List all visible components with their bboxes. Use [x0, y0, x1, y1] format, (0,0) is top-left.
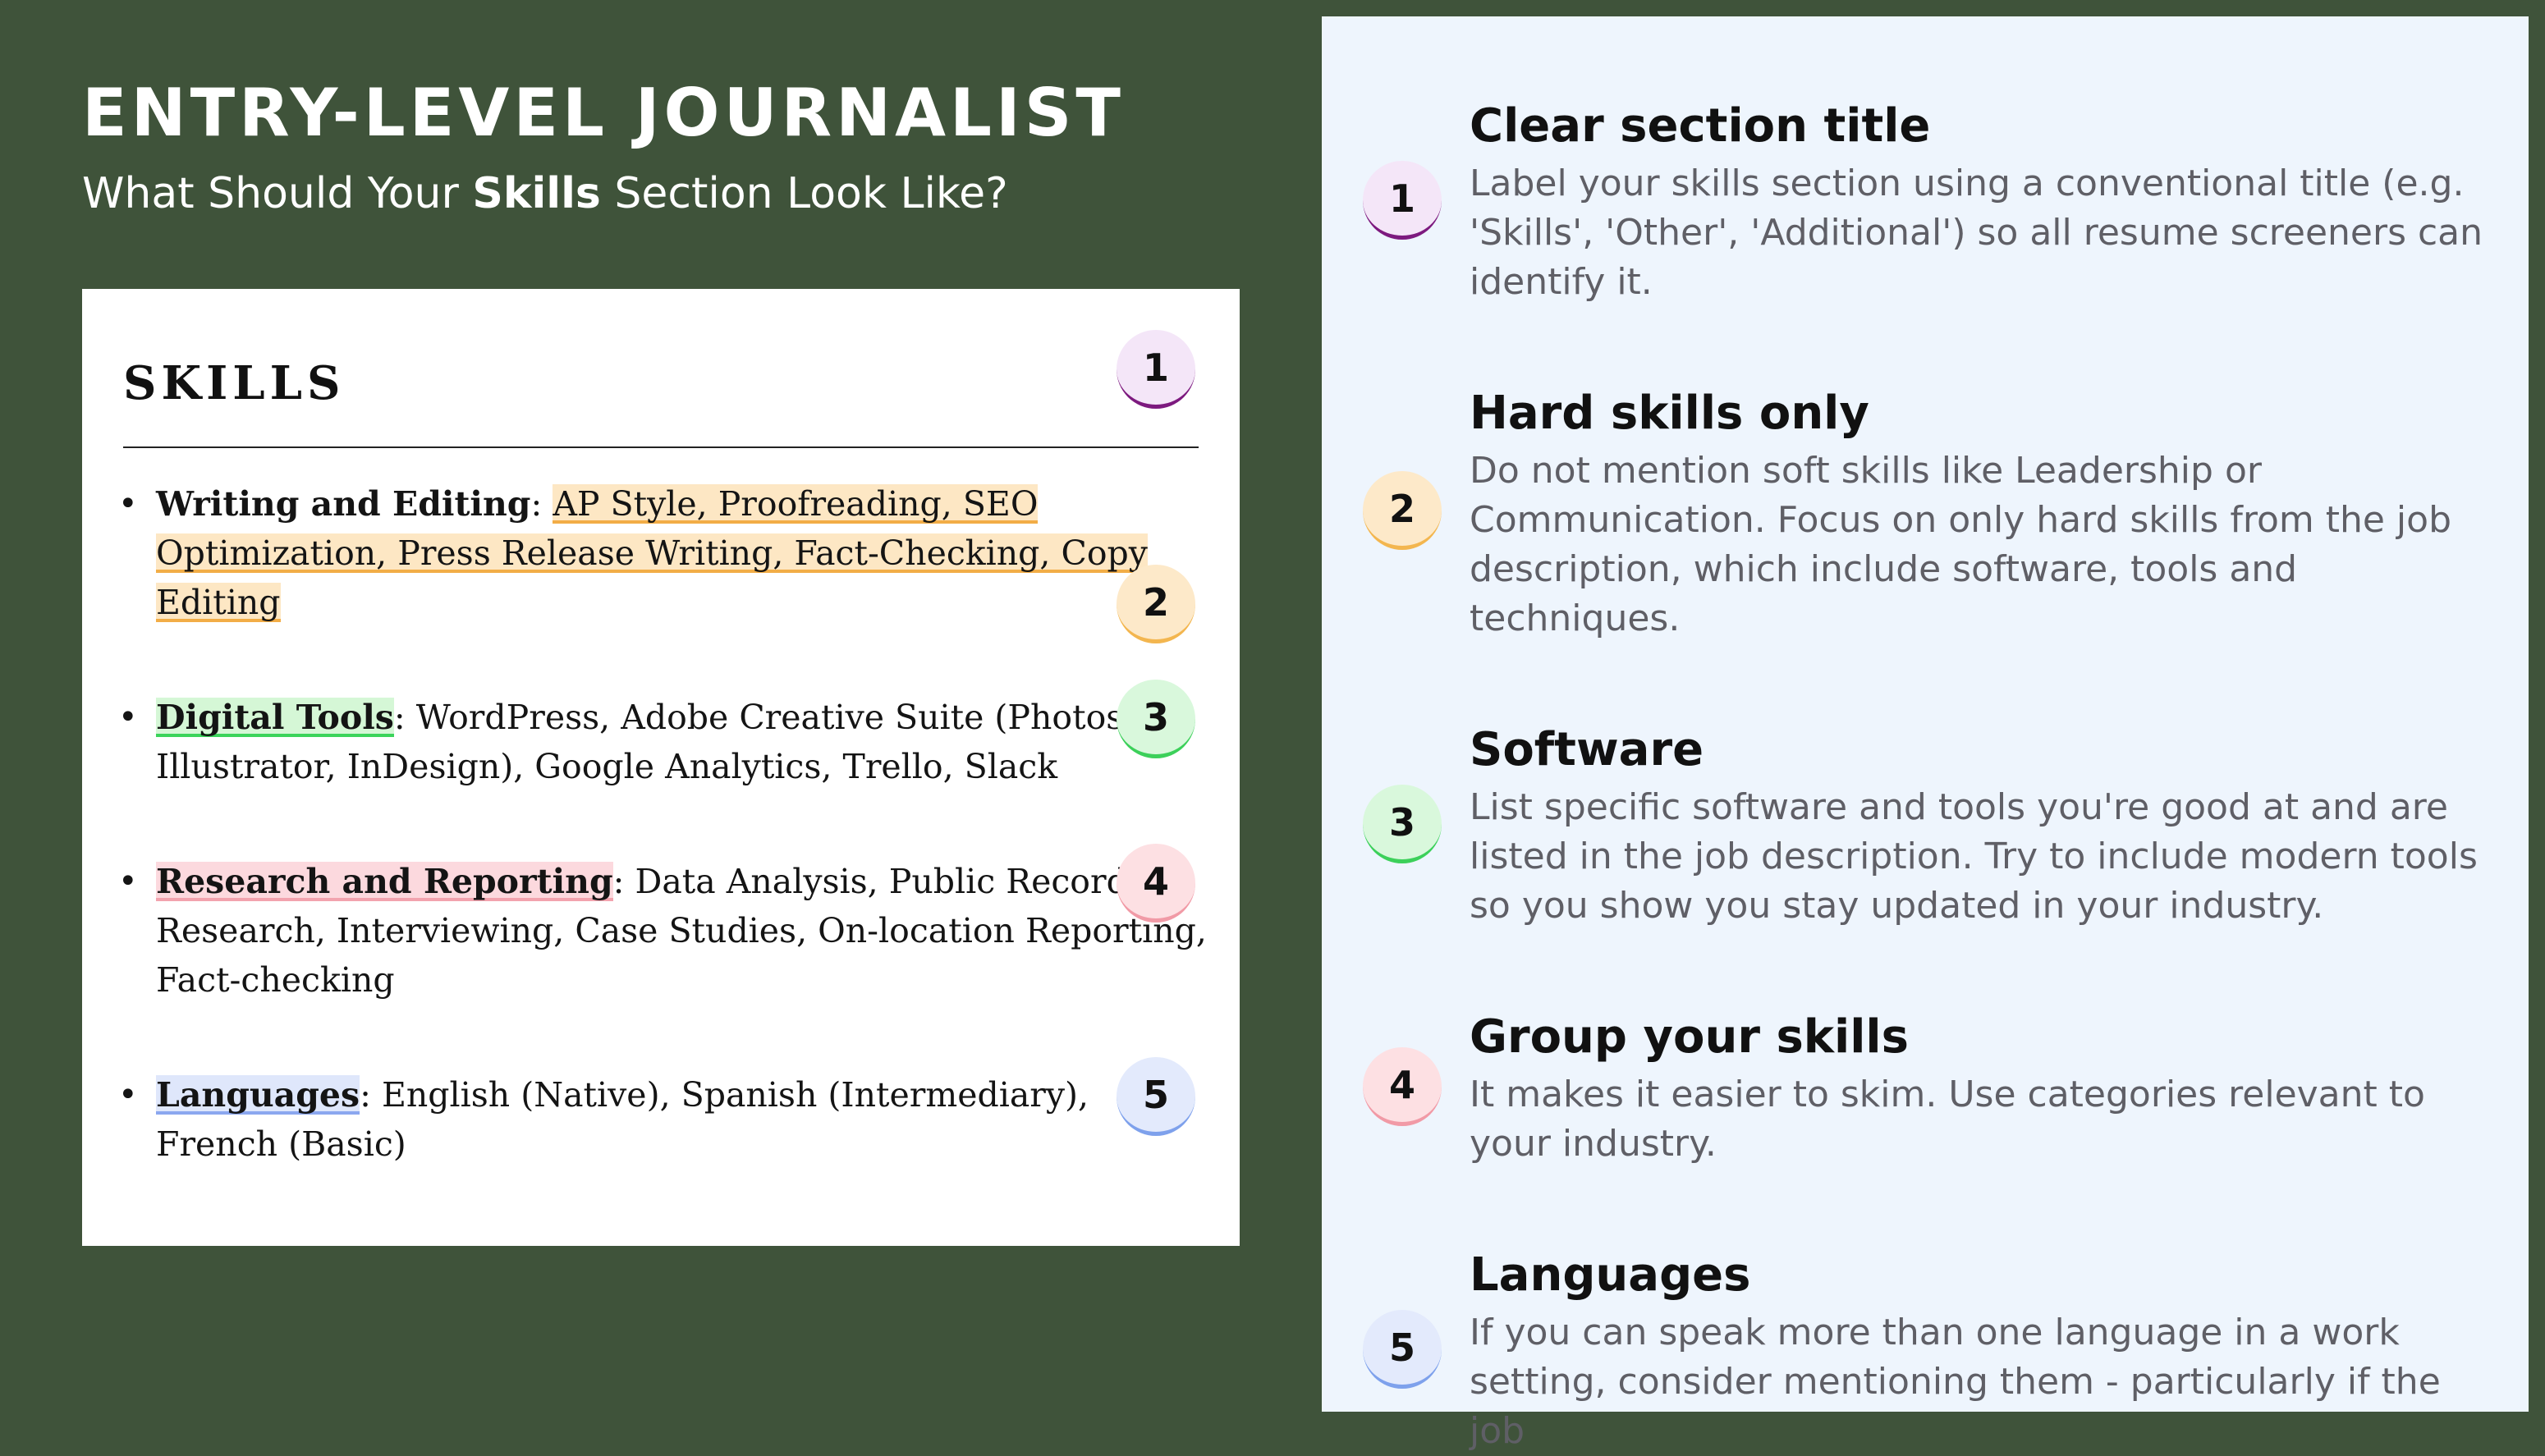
tip-title: Clear section title	[1470, 99, 1931, 153]
skill-separator: :	[360, 1075, 382, 1115]
tip-3: Software List specific software and tool…	[1470, 721, 2504, 931]
tip-badge-5: 5	[1363, 1310, 1442, 1389]
tip-title: Group your skills	[1470, 1010, 1909, 1064]
tip-badge-3: 3	[1363, 785, 1442, 863]
tip-body: List specific software and tools you're …	[1470, 786, 2478, 927]
skill-separator: :	[530, 484, 553, 524]
skills-heading: SKILLS	[123, 356, 346, 410]
badge-5: 5	[1117, 1057, 1195, 1136]
tip-body: Label your skills section using a conven…	[1470, 163, 2483, 303]
tip-title: Software	[1470, 723, 1704, 776]
page-title: ENTRY-LEVEL JOURNALIST	[82, 75, 1125, 151]
skill-item-languages: Languages: English (Native), Spanish (In…	[118, 1070, 1215, 1169]
tip-title: Languages	[1470, 1248, 1751, 1302]
subtitle-suffix: Section Look Like?	[600, 169, 1008, 218]
tip-body: If you can speak more than one language …	[1470, 1312, 2441, 1452]
skill-item-research: Research and Reporting: Data Analysis, P…	[118, 857, 1215, 1005]
skill-item-writing: Writing and Editing: AP Style, Proofread…	[118, 479, 1215, 627]
subtitle-emphasis: Skills	[472, 169, 601, 218]
tip-badge-4: 4	[1363, 1047, 1442, 1126]
heading-divider	[123, 446, 1199, 448]
skill-category-highlighted: Languages	[156, 1075, 360, 1115]
page-subtitle: What Should Your Skills Section Look Lik…	[82, 161, 1008, 227]
skill-category-highlighted: Digital Tools	[156, 698, 394, 737]
tip-badge-1: 1	[1363, 161, 1442, 240]
skill-category-highlighted: Research and Reporting	[156, 862, 613, 901]
skill-category: Writing and Editing	[156, 484, 531, 524]
tip-1: Clear section title Label your skills se…	[1470, 97, 2504, 307]
tip-4: Group your skills It makes it easier to …	[1470, 1008, 2504, 1169]
tips-panel: 1 Clear section title Label your skills …	[1322, 16, 2529, 1452]
badge-3: 3	[1117, 680, 1195, 758]
tip-body: Do not mention soft skills like Leadersh…	[1470, 450, 2451, 639]
tip-body: It makes it easier to skim. Use categori…	[1470, 1074, 2425, 1165]
resume-skills-card: SKILLS Writing and Editing: AP Style, Pr…	[82, 289, 1240, 1246]
badge-1: 1	[1117, 330, 1195, 409]
skill-item-digital-tools: Digital Tools: WordPress, Adobe Creative…	[118, 693, 1215, 791]
subtitle-prefix: What Should Your	[82, 169, 473, 218]
skill-separator: :	[612, 862, 635, 901]
badge-4: 4	[1117, 844, 1195, 923]
tip-2: Hard skills only Do not mention soft ski…	[1470, 384, 2504, 643]
tip-badge-2: 2	[1363, 471, 1442, 550]
skill-separator: :	[393, 698, 416, 737]
tip-5: Languages If you can speak more than one…	[1470, 1246, 2504, 1456]
tip-title: Hard skills only	[1470, 387, 1869, 440]
badge-2: 2	[1117, 565, 1195, 643]
